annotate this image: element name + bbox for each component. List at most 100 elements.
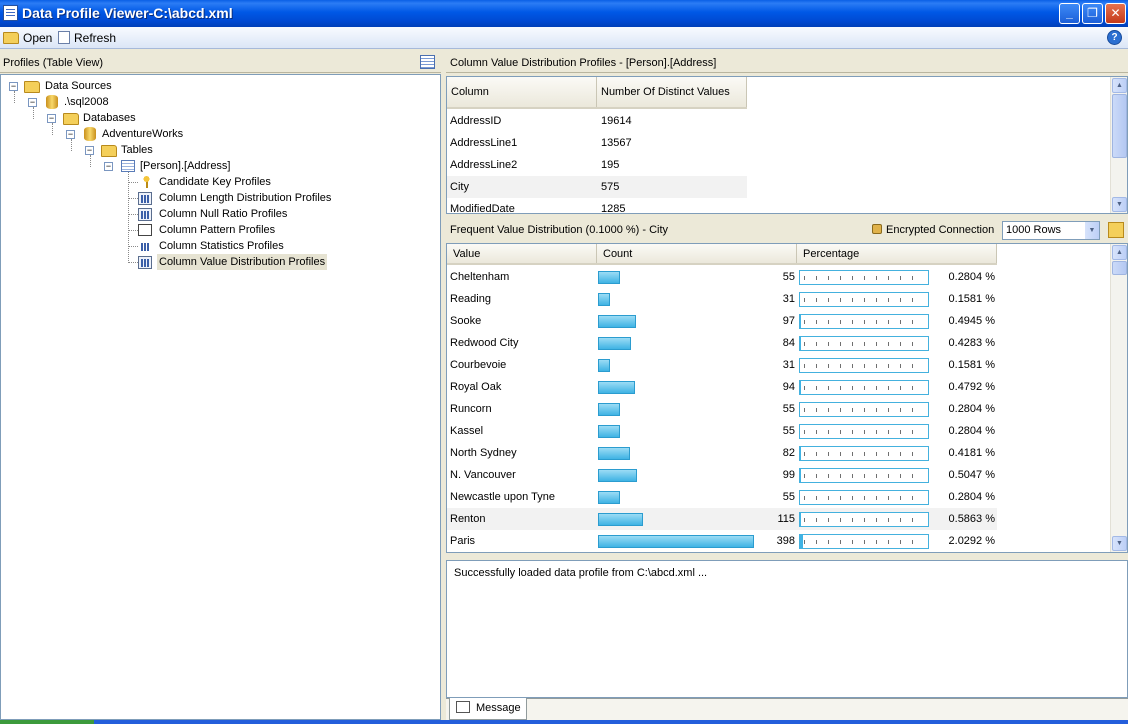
table-row[interactable]: Reading310.1581 % <box>447 288 997 310</box>
scroll-thumb[interactable] <box>1112 261 1127 275</box>
profiles-tree[interactable]: − Data Sources − .\sql2008 − Databases −… <box>0 74 441 720</box>
column-header-distinct-values[interactable]: Number Of Distinct Values <box>597 77 747 107</box>
value-cell: Redwood City <box>447 332 518 354</box>
percentage-cell: 0.2804 % <box>937 486 997 508</box>
table-row[interactable]: Newcastle upon Tyne550.2804 % <box>447 486 997 508</box>
chevron-down-icon[interactable]: ▼ <box>1085 222 1099 239</box>
table-row[interactable]: ModifiedDate 1285 <box>447 198 747 214</box>
column-header-count[interactable]: Count <box>597 244 797 263</box>
collapse-icon[interactable]: − <box>47 114 56 123</box>
tab-message-label: Message <box>476 702 521 714</box>
percentage-bar <box>799 424 929 439</box>
message-text: Successfully loaded data profile from C:… <box>454 567 707 579</box>
collapse-icon[interactable]: − <box>85 146 94 155</box>
tab-message[interactable]: Message <box>449 698 527 720</box>
percentage-fill <box>800 337 801 350</box>
value-cell: Sooke <box>447 310 481 332</box>
percentage-ticks <box>804 320 924 324</box>
frequency-toolbar: Frequent Value Distribution (0.1000 %) -… <box>446 218 1128 242</box>
count-cell: 97 <box>747 310 797 332</box>
count-bar <box>598 535 754 548</box>
percentage-bar <box>799 314 929 329</box>
value-cell: Reading <box>447 288 491 310</box>
open-button[interactable]: Open <box>3 30 52 46</box>
count-cell: 55 <box>747 486 797 508</box>
table-row[interactable]: Royal Oak940.4792 % <box>447 376 997 398</box>
percentage-cell: 0.2804 % <box>937 420 997 442</box>
table-row[interactable]: Cheltenham550.2804 % <box>447 266 997 288</box>
columns-grid[interactable]: Column Number Of Distinct Values Address… <box>446 76 1128 214</box>
rows-select-value: 1000 Rows <box>1006 224 1061 236</box>
window-title: Data Profile Viewer-C:\abcd.xml <box>22 5 233 21</box>
table-row[interactable]: Courbevoie310.1581 % <box>447 354 997 376</box>
column-header-percentage[interactable]: Percentage <box>797 244 997 263</box>
properties-icon[interactable] <box>1108 222 1124 238</box>
scroll-down-icon[interactable]: ▼ <box>1112 536 1127 551</box>
percentage-ticks <box>804 430 924 434</box>
percentage-bar <box>799 358 929 373</box>
frequency-title: Frequent Value Distribution (0.1000 %) -… <box>450 224 668 236</box>
percentage-bar <box>799 446 929 461</box>
column-header-value[interactable]: Value <box>447 244 597 263</box>
percentage-ticks <box>804 276 924 280</box>
scroll-down-icon[interactable]: ▼ <box>1112 197 1127 212</box>
refresh-button[interactable]: Refresh <box>58 30 116 46</box>
help-icon[interactable]: ? <box>1107 30 1122 45</box>
percentage-fill <box>800 381 801 394</box>
table-row[interactable]: AddressID 19614 <box>447 110 747 132</box>
table-row[interactable]: AddressLine2 195 <box>447 154 747 176</box>
table-row[interactable]: AddressLine1 13567 <box>447 132 747 154</box>
count-bar <box>598 359 610 372</box>
close-button[interactable]: ✕ <box>1105 3 1126 24</box>
percentage-fill <box>800 315 801 328</box>
folder-icon <box>101 145 117 157</box>
frequency-grid[interactable]: Value Count Percentage Cheltenham550.280… <box>446 243 1128 553</box>
percentage-cell: 0.4181 % <box>937 442 997 464</box>
frequency-grid-scrollbar[interactable]: ▲ ▼ <box>1110 244 1127 552</box>
table-row[interactable]: N. Vancouver990.5047 % <box>447 464 997 486</box>
value-cell: Runcorn <box>447 398 492 420</box>
count-bar <box>598 293 610 306</box>
scroll-thumb[interactable] <box>1112 94 1127 158</box>
refresh-label: Refresh <box>74 31 116 45</box>
table-row[interactable]: Runcorn550.2804 % <box>447 398 997 420</box>
percentage-ticks <box>804 540 924 544</box>
collapse-icon[interactable]: − <box>104 162 113 171</box>
profiles-panel-title: Profiles (Table View) <box>3 57 103 69</box>
message-box[interactable]: Successfully loaded data profile from C:… <box>446 560 1128 698</box>
table-row-selected[interactable]: City 575 <box>447 176 747 198</box>
table-row[interactable]: Redwood City840.4283 % <box>447 332 997 354</box>
collapse-icon[interactable]: − <box>9 82 18 91</box>
folder-icon <box>63 113 79 125</box>
percentage-ticks <box>804 452 924 456</box>
table-row-selected[interactable]: Renton1150.5863 % <box>447 508 997 530</box>
table-row[interactable]: Sooke970.4945 % <box>447 310 997 332</box>
scroll-up-icon[interactable]: ▲ <box>1112 78 1127 93</box>
scroll-up-icon[interactable]: ▲ <box>1112 245 1127 260</box>
open-label: Open <box>23 31 52 45</box>
message-tab-bar: Message <box>446 698 1128 720</box>
start-button[interactable] <box>0 720 94 724</box>
columns-grid-scrollbar[interactable]: ▲ ▼ <box>1110 77 1127 213</box>
tree-node-label: Tables <box>119 142 155 158</box>
restore-button[interactable]: ❐ <box>1082 3 1103 24</box>
frequency-grid-header: Value Count Percentage <box>447 244 997 265</box>
minimize-button[interactable]: _ <box>1059 3 1080 24</box>
column-name-cell: AddressID <box>447 110 501 132</box>
profiles-panel-header: Profiles (Table View) <box>0 53 441 73</box>
percentage-bar <box>799 512 929 527</box>
table-view-icon[interactable] <box>420 55 435 69</box>
count-cell: 55 <box>747 398 797 420</box>
collapse-icon[interactable]: − <box>28 98 37 107</box>
key-icon <box>142 176 151 188</box>
tree-node-label: Column Statistics Profiles <box>157 238 286 254</box>
table-row[interactable]: North Sydney820.4181 % <box>447 442 997 464</box>
collapse-icon[interactable]: − <box>66 130 75 139</box>
count-bar <box>598 469 637 482</box>
table-row[interactable]: Paris3982.0292 % <box>447 530 997 552</box>
pattern-icon <box>138 224 152 236</box>
table-row[interactable]: Kassel550.2804 % <box>447 420 997 442</box>
rows-select[interactable]: 1000 Rows ▼ <box>1002 221 1100 240</box>
column-header-column[interactable]: Column <box>447 77 597 107</box>
distinct-values-cell: 195 <box>598 154 619 176</box>
